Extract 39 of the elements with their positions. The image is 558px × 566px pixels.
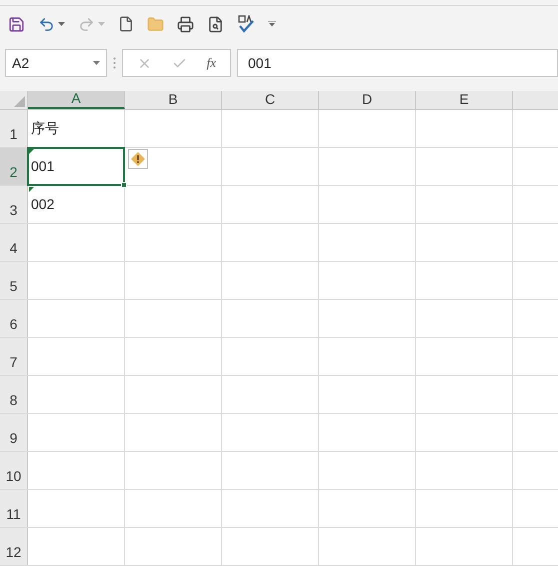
caret-icon[interactable] bbox=[58, 22, 65, 26]
name-box[interactable]: A2 bbox=[5, 49, 107, 78]
spell-check-icon[interactable] bbox=[237, 15, 255, 34]
table-cell[interactable]: 序号 bbox=[28, 110, 124, 147]
row-header[interactable]: 8 bbox=[0, 376, 28, 413]
row-header[interactable]: 11 bbox=[0, 490, 28, 527]
cell-text: 001 bbox=[31, 156, 54, 176]
formula-field[interactable]: 001 bbox=[237, 49, 558, 78]
row-header[interactable]: 1 bbox=[0, 110, 28, 147]
column-header[interactable]: C bbox=[222, 90, 319, 109]
row-header[interactable]: 9 bbox=[0, 414, 28, 451]
print-preview-icon[interactable] bbox=[207, 16, 224, 33]
table-cell[interactable]: 001 bbox=[28, 148, 124, 185]
cell-text: 002 bbox=[31, 194, 54, 214]
customize-menu-icon[interactable] bbox=[268, 21, 276, 28]
drag-handle-icon[interactable] bbox=[113, 57, 116, 70]
column-header[interactable]: D bbox=[319, 90, 416, 109]
cell-text: 序号 bbox=[31, 118, 59, 138]
row-header[interactable]: 5 bbox=[0, 262, 28, 299]
row-header[interactable]: 12 bbox=[0, 528, 28, 565]
row-header[interactable]: 6 bbox=[0, 300, 28, 337]
row-header[interactable]: 4 bbox=[0, 224, 28, 261]
save-icon[interactable] bbox=[8, 16, 25, 33]
column-header[interactable]: B bbox=[125, 90, 222, 109]
error-options-button[interactable] bbox=[128, 148, 148, 169]
column-header[interactable]: A bbox=[28, 90, 125, 109]
new-document-icon[interactable] bbox=[118, 16, 134, 32]
row-header[interactable]: 7 bbox=[0, 338, 28, 375]
caret-icon[interactable] bbox=[93, 61, 100, 66]
warning-icon bbox=[131, 152, 145, 166]
undo-icon[interactable] bbox=[38, 16, 55, 33]
fill-handle[interactable] bbox=[121, 182, 127, 188]
row-header[interactable]: 2 bbox=[0, 148, 28, 185]
table-cell[interactable]: 002 bbox=[28, 186, 124, 223]
column-header[interactable]: E bbox=[416, 90, 513, 109]
printer-icon[interactable] bbox=[177, 16, 194, 33]
row-header[interactable]: 10 bbox=[0, 452, 28, 489]
insert-function-button[interactable]: fx bbox=[206, 53, 216, 73]
row-header[interactable]: 3 bbox=[0, 186, 28, 223]
